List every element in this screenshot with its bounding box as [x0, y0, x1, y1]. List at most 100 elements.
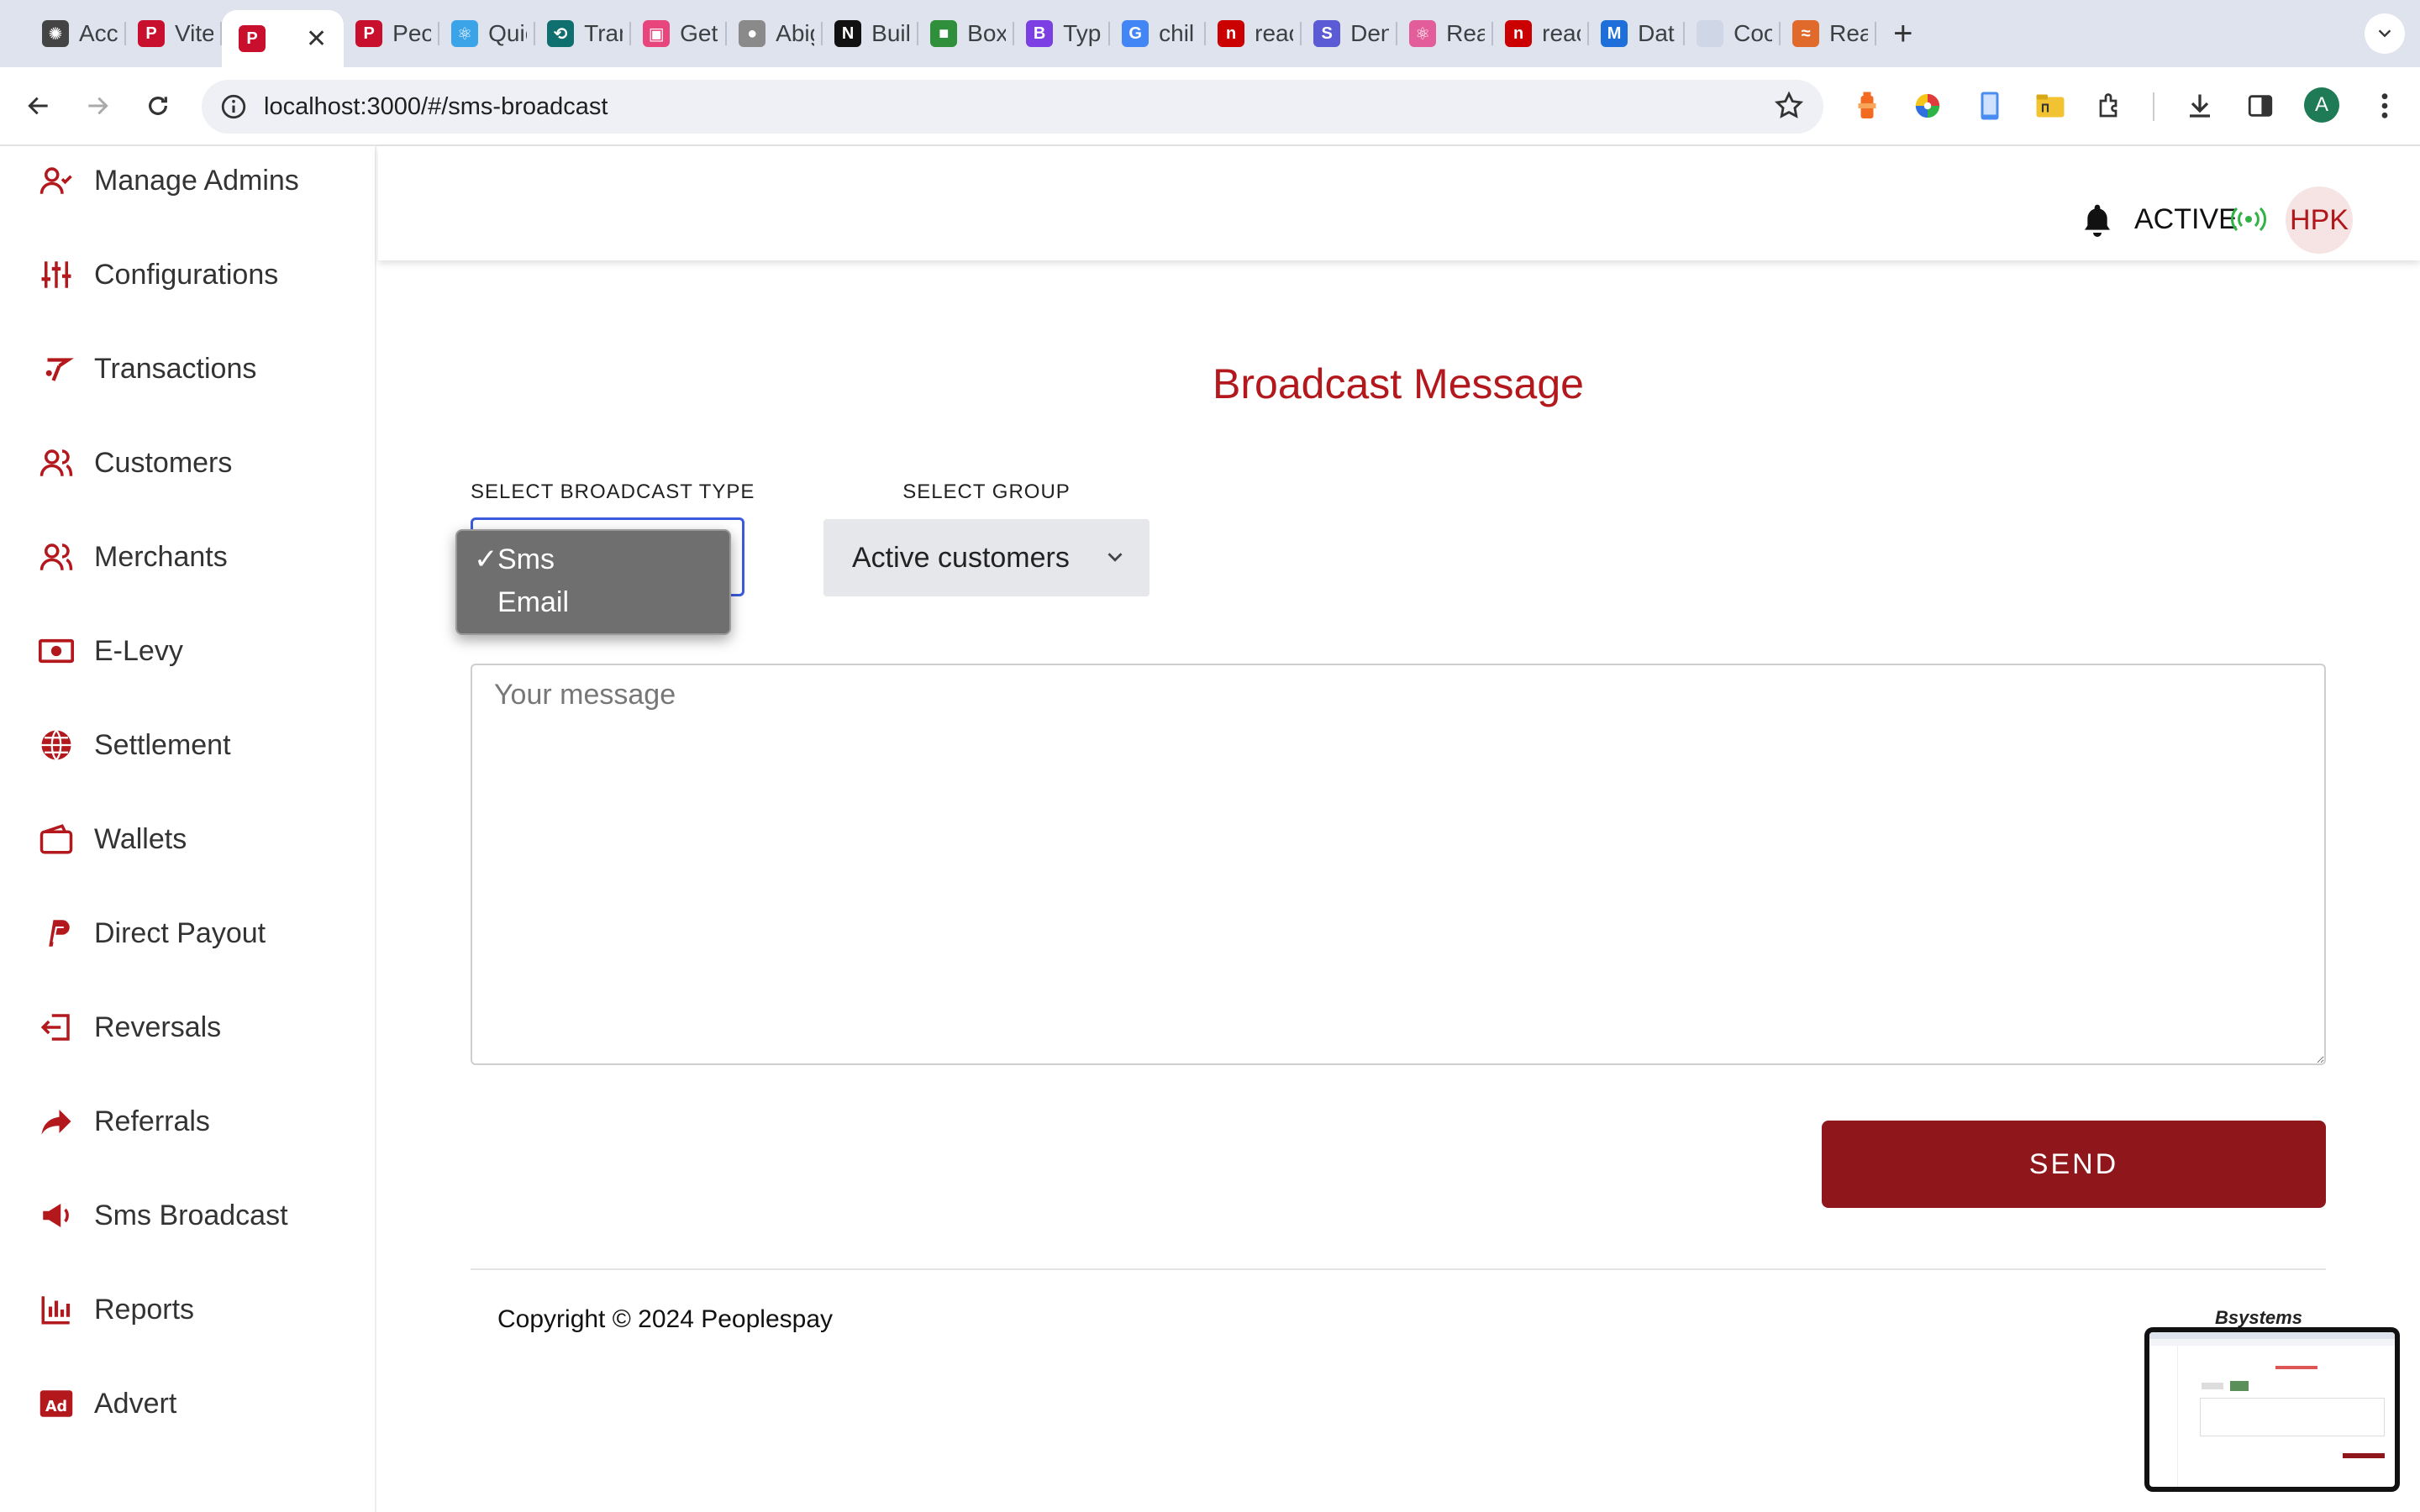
brand-logo: Bsystems [2215, 1307, 2302, 1328]
browser-tab[interactable]: Coo [1685, 0, 1781, 67]
browser-tab[interactable]: ✺ Acc [30, 0, 126, 67]
browser-tab[interactable]: M Dat [1589, 0, 1686, 67]
browser-tab-title: Rea [1829, 20, 1869, 46]
stripe-icon: S [1313, 20, 1341, 47]
sidebar-item-sms-broadcast[interactable]: Sms Broadcast [0, 1182, 376, 1249]
broadcast-type-label: SELECT BROADCAST TYPE [471, 480, 755, 503]
browser-tab[interactable]: ⟲ Tran [535, 0, 632, 67]
sidebar-item-settlement[interactable]: Settlement [0, 711, 376, 779]
sidebar-item-customers[interactable]: Customers [0, 429, 376, 496]
get-icon: ▣ [643, 20, 671, 47]
send-button[interactable]: SEND [1822, 1121, 2326, 1208]
arrow-left-icon [28, 97, 48, 115]
message-textarea[interactable] [471, 664, 2326, 1065]
browser-tab[interactable]: ⚛ Quic [439, 0, 536, 67]
sidebar-item-label: Settlement [94, 728, 231, 761]
close-tab-icon[interactable]: ✕ [306, 24, 327, 54]
share-icon [39, 1104, 74, 1139]
chevron-down-icon [1107, 553, 1123, 562]
svg-text:Ad: Ad [45, 1399, 67, 1415]
new-tab-button[interactable]: + [1893, 17, 1912, 50]
option-email[interactable]: Email [474, 586, 569, 619]
sidebar-item-e-levy[interactable]: E-Levy [0, 617, 376, 685]
site-info-icon[interactable] [217, 90, 250, 123]
extensions-puzzle-icon[interactable] [2092, 87, 2129, 124]
browser-tab[interactable]: N Buil [823, 0, 919, 67]
sidebar-item-referrals[interactable]: Referrals [0, 1088, 376, 1155]
browser-tab[interactable]: ▣ Get [631, 0, 728, 67]
wallet-icon [39, 822, 74, 857]
cash-icon [39, 633, 74, 669]
sidebar-item-reports[interactable]: Reports [0, 1276, 376, 1343]
sidebar-item-label: Reports [94, 1293, 195, 1326]
browser-tab-title: Tran [584, 20, 623, 46]
browser-tab-title: reac [1255, 20, 1293, 46]
browser-tab[interactable]: P ✕ [222, 10, 345, 67]
browser-tab[interactable]: B Typ [1014, 0, 1111, 67]
sidebar-item-label: Configurations [94, 258, 279, 291]
npm-icon: n [1218, 20, 1245, 47]
user-avatar[interactable]: HPK [2286, 186, 2353, 254]
option-sms-label: Sms [497, 543, 555, 575]
browser-tab[interactable]: ≈ Rea [1781, 0, 1877, 67]
user-check-icon [39, 163, 74, 198]
sidebar-item-label: E-Levy [94, 634, 183, 667]
browser-tab[interactable]: ■ Box [918, 0, 1015, 67]
sidebar-item-reversals[interactable]: Reversals [0, 994, 376, 1061]
browser-tab-title: Quic [488, 20, 527, 46]
browser-tab-title: Box [967, 20, 1007, 46]
downloads-icon[interactable] [2181, 87, 2218, 124]
side-panel-icon[interactable] [2242, 87, 2279, 124]
tab-search-button[interactable] [2365, 13, 2405, 54]
peoplespay-icon: P [138, 20, 165, 47]
browser-tab[interactable]: P Peo [344, 0, 440, 67]
browser-tab[interactable]: nreac [1206, 0, 1302, 67]
back-button[interactable] [18, 86, 59, 126]
extension-color-wheel-icon[interactable] [1909, 87, 1946, 124]
reload-button[interactable] [138, 86, 178, 126]
sidebar-item-label: Sms Broadcast [94, 1199, 288, 1231]
users-icon [39, 539, 74, 575]
transactions-icon [39, 351, 74, 386]
browser-tab[interactable]: nreac [1493, 0, 1590, 67]
bookmark-star-icon[interactable] [1773, 90, 1805, 126]
reload-icon [149, 97, 167, 115]
browser-tab-title: chil [1159, 20, 1195, 46]
group-select[interactable]: Active customers [823, 519, 1150, 596]
page-title: Broadcast Message [1213, 360, 1584, 407]
browser-tab-title: Acc [79, 20, 118, 46]
openai-icon: ✺ [42, 20, 69, 47]
notification-bell-icon[interactable] [2081, 202, 2114, 243]
forward-button[interactable] [77, 86, 118, 126]
extension-lighthouse-icon[interactable] [1849, 87, 1886, 124]
browser-tab[interactable]: ● Abig [727, 0, 823, 67]
sidebar-item-direct-payout[interactable]: Direct Payout [0, 900, 376, 967]
peoplespay-icon: P [239, 25, 266, 52]
browser-tab[interactable]: ⚛ Rea [1397, 0, 1494, 67]
browser-menu-icon[interactable] [2366, 87, 2403, 124]
browser-tab-title: Buil [871, 20, 911, 46]
profile-avatar[interactable]: A [2304, 87, 2339, 123]
sidebar-item-wallets[interactable]: Wallets [0, 806, 376, 873]
sliders-icon [39, 257, 74, 292]
browser-tab-title: Typ [1063, 20, 1102, 46]
sidebar-item-configurations[interactable]: Configurations [0, 241, 376, 308]
globe-icon [39, 727, 74, 763]
browser-tab[interactable]: S Den [1302, 0, 1398, 67]
footer-divider [471, 1268, 2326, 1270]
address-bar[interactable]: localhost:3000/#/sms-broadcast [202, 80, 1823, 134]
extension-folder-icon[interactable] [2032, 87, 2069, 124]
browser-tab[interactable]: Gchil [1110, 0, 1207, 67]
option-sms[interactable]: ✓Sms [474, 543, 555, 576]
browser-tab-title: Coo [1733, 20, 1773, 46]
sidebar-item-label: Advert [94, 1387, 177, 1420]
sidebar-item-advert[interactable]: Ad Advert [0, 1370, 376, 1437]
sidebar-item-transactions[interactable]: Transactions [0, 335, 376, 402]
sidebar-item-manage-admins[interactable]: Manage Admins [0, 147, 376, 214]
browser-tab-title: Rea [1446, 20, 1486, 46]
browser-tab[interactable]: P Vite [126, 0, 222, 67]
sidebar-item-merchants[interactable]: Merchants [0, 523, 376, 591]
extension-phone-icon[interactable] [1971, 87, 2008, 124]
screen-preview-thumbnail[interactable] [2144, 1327, 2400, 1492]
mui-icon: M [1601, 20, 1628, 47]
